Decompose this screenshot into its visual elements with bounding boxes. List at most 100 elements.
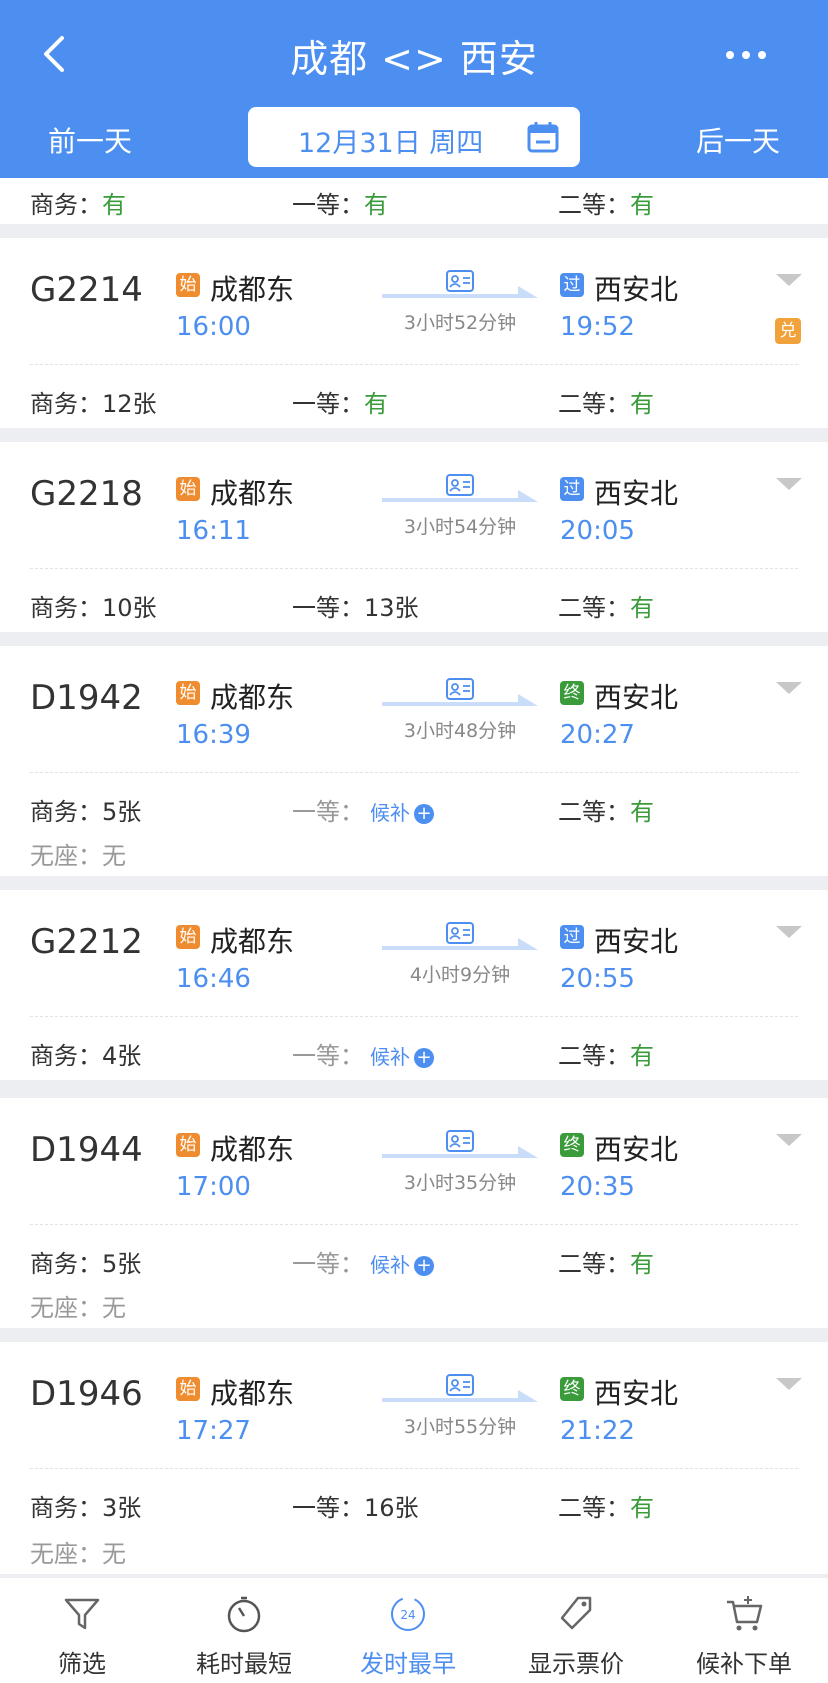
departure-time: 16:00 (176, 312, 251, 342)
train-number: G2212 (30, 922, 143, 962)
clock-24-icon: 24 (391, 1597, 425, 1631)
earliest-departure-tab[interactable]: 24 发时最早 (328, 1578, 488, 1683)
add-waitlist-plus-icon[interactable]: + (414, 804, 434, 824)
first-class-seat-info: 一等：有 (292, 390, 388, 418)
departure-station: 成都东 (210, 1377, 295, 1410)
arrival-station: 西安北 (594, 1133, 679, 1166)
departure-station: 成都东 (210, 681, 295, 714)
previous-day-button[interactable]: 前一天 (48, 120, 132, 160)
first-class-seat-info: 一等： 候补 + (292, 792, 434, 827)
arrival-station: 西安北 (594, 681, 679, 714)
show-price-label: 显示票价 (528, 1650, 624, 1678)
route-arrow-icon (382, 938, 538, 950)
business-seat-info: 商务：5张 (30, 1250, 142, 1278)
filter-label: 筛选 (58, 1650, 106, 1678)
departure-station: 成都东 (210, 477, 295, 510)
card-divider (30, 1016, 798, 1017)
train-number: G2218 (30, 474, 143, 514)
next-day-button[interactable]: 后一天 (696, 120, 780, 160)
clock-badge: 24 (400, 1608, 415, 1622)
train-card[interactable]: G2212 始 成都东 16:46 4小时9分钟 过 西安北 20:55 商务：… (0, 890, 828, 1080)
expand-chevron-icon[interactable] (776, 926, 802, 940)
departure-time: 16:46 (176, 964, 251, 994)
train-card[interactable]: D1946 始 成都东 17:27 3小时55分钟 终 西安北 21:22 商务… (0, 1342, 828, 1574)
price-tag-icon (560, 1596, 592, 1630)
train-card[interactable]: D1944 始 成都东 17:00 3小时35分钟 终 西安北 20:35 商务… (0, 1098, 828, 1328)
business-seat-info: 商务：3张 (30, 1494, 142, 1522)
arrival-time: 20:27 (560, 720, 635, 750)
arrival-time: 21:22 (560, 1416, 635, 1446)
pass-station-badge: 过 (560, 273, 584, 297)
waitlist-order-label: 候补下单 (696, 1650, 792, 1678)
first-class-seat-info: 一等：13张 (292, 594, 419, 622)
travel-duration: 3小时35分钟 (403, 1172, 517, 1194)
top-navigation-bar: 成都 <> 西安 前一天 12月31日 周四 后一天 (0, 0, 828, 178)
show-price-tab[interactable]: 显示票价 (496, 1578, 656, 1683)
route-arrow-icon (382, 1146, 538, 1158)
start-station-badge: 始 (176, 1133, 200, 1157)
shortest-duration-tab[interactable]: 耗时最短 (164, 1578, 324, 1683)
expand-chevron-icon[interactable] (776, 478, 802, 492)
travel-duration: 3小时54分钟 (403, 516, 517, 538)
expand-chevron-icon[interactable] (776, 1134, 802, 1148)
partial-train-seat-summary[interactable]: 商务：有 一等：有 二等：有 (0, 178, 828, 224)
filter-funnel-icon (64, 1598, 100, 1630)
terminal-station-badge: 终 (560, 1377, 584, 1401)
selected-date: 12月31日 周四 (298, 128, 484, 159)
waitlist-link[interactable]: 候补 (370, 1045, 410, 1069)
route-arrow-icon (382, 490, 538, 502)
redeem-badge: 兑 (775, 318, 801, 344)
arrival-time: 19:52 (560, 312, 635, 342)
card-divider (30, 1468, 798, 1469)
train-number: G2214 (30, 270, 143, 310)
earliest-departure-label: 发时最早 (360, 1650, 456, 1678)
expand-chevron-icon[interactable] (776, 274, 802, 288)
train-card[interactable]: G2218 始 成都东 16:11 3小时54分钟 过 西安北 20:05 商务… (0, 442, 828, 632)
departure-station: 成都东 (210, 1133, 295, 1166)
departure-time: 16:39 (176, 720, 251, 750)
business-seat-info: 商务：有 (30, 191, 126, 219)
waitlist-link[interactable]: 候补 (370, 1253, 410, 1277)
departure-time: 16:11 (176, 516, 251, 546)
train-card[interactable]: G2214 始 成都东 16:00 3小时52分钟 过 西安北 19:52 兑 … (0, 238, 828, 428)
expand-chevron-icon[interactable] (776, 682, 802, 696)
first-class-seat-info: 一等：16张 (292, 1494, 419, 1522)
route-arrow-icon (382, 286, 538, 298)
travel-duration: 3小时48分钟 (403, 720, 517, 742)
travel-duration: 3小时52分钟 (403, 312, 517, 334)
first-class-seat-info: 一等：有 (292, 191, 388, 219)
first-class-seat-info: 一等： 候补 + (292, 1244, 434, 1279)
filter-tab[interactable]: 筛选 (2, 1578, 162, 1683)
expand-chevron-icon[interactable] (776, 1378, 802, 1392)
travel-duration: 3小时55分钟 (403, 1416, 517, 1438)
date-selector[interactable]: 12月31日 周四 (248, 107, 580, 167)
departure-time: 17:27 (176, 1416, 251, 1446)
arrival-station: 西安北 (594, 273, 679, 306)
second-class-seat-info: 二等：有 (558, 1494, 654, 1522)
arrival-time: 20:55 (560, 964, 635, 994)
train-card[interactable]: D1942 始 成都东 16:39 3小时48分钟 终 西安北 20:27 商务… (0, 646, 828, 876)
arrival-station: 西安北 (594, 477, 679, 510)
add-waitlist-plus-icon[interactable]: + (414, 1256, 434, 1276)
route-arrow-icon (382, 694, 538, 706)
waitlist-order-tab[interactable]: 候补下单 (664, 1578, 824, 1683)
business-seat-info: 商务：4张 (30, 1042, 142, 1070)
train-number: D1942 (30, 678, 143, 718)
second-class-seat-info: 二等：有 (558, 191, 654, 219)
terminal-station-badge: 终 (560, 1133, 584, 1157)
start-station-badge: 始 (176, 273, 200, 297)
waitlist-link[interactable]: 候补 (370, 801, 410, 825)
second-class-seat-info: 二等：有 (558, 594, 654, 622)
second-class-seat-info: 二等：有 (558, 1042, 654, 1070)
pass-station-badge: 过 (560, 477, 584, 501)
standing-seat-info: 无座：无 (30, 842, 126, 870)
more-options-icon[interactable] (722, 40, 770, 70)
card-divider (30, 364, 798, 365)
arrival-time: 20:05 (560, 516, 635, 546)
add-waitlist-plus-icon[interactable]: + (414, 1048, 434, 1068)
travel-duration: 4小时9分钟 (409, 964, 511, 986)
shortest-duration-label: 耗时最短 (196, 1650, 292, 1678)
arrival-station: 西安北 (594, 925, 679, 958)
terminal-station-badge: 终 (560, 681, 584, 705)
first-class-seat-info: 一等： 候补 + (292, 1036, 434, 1071)
